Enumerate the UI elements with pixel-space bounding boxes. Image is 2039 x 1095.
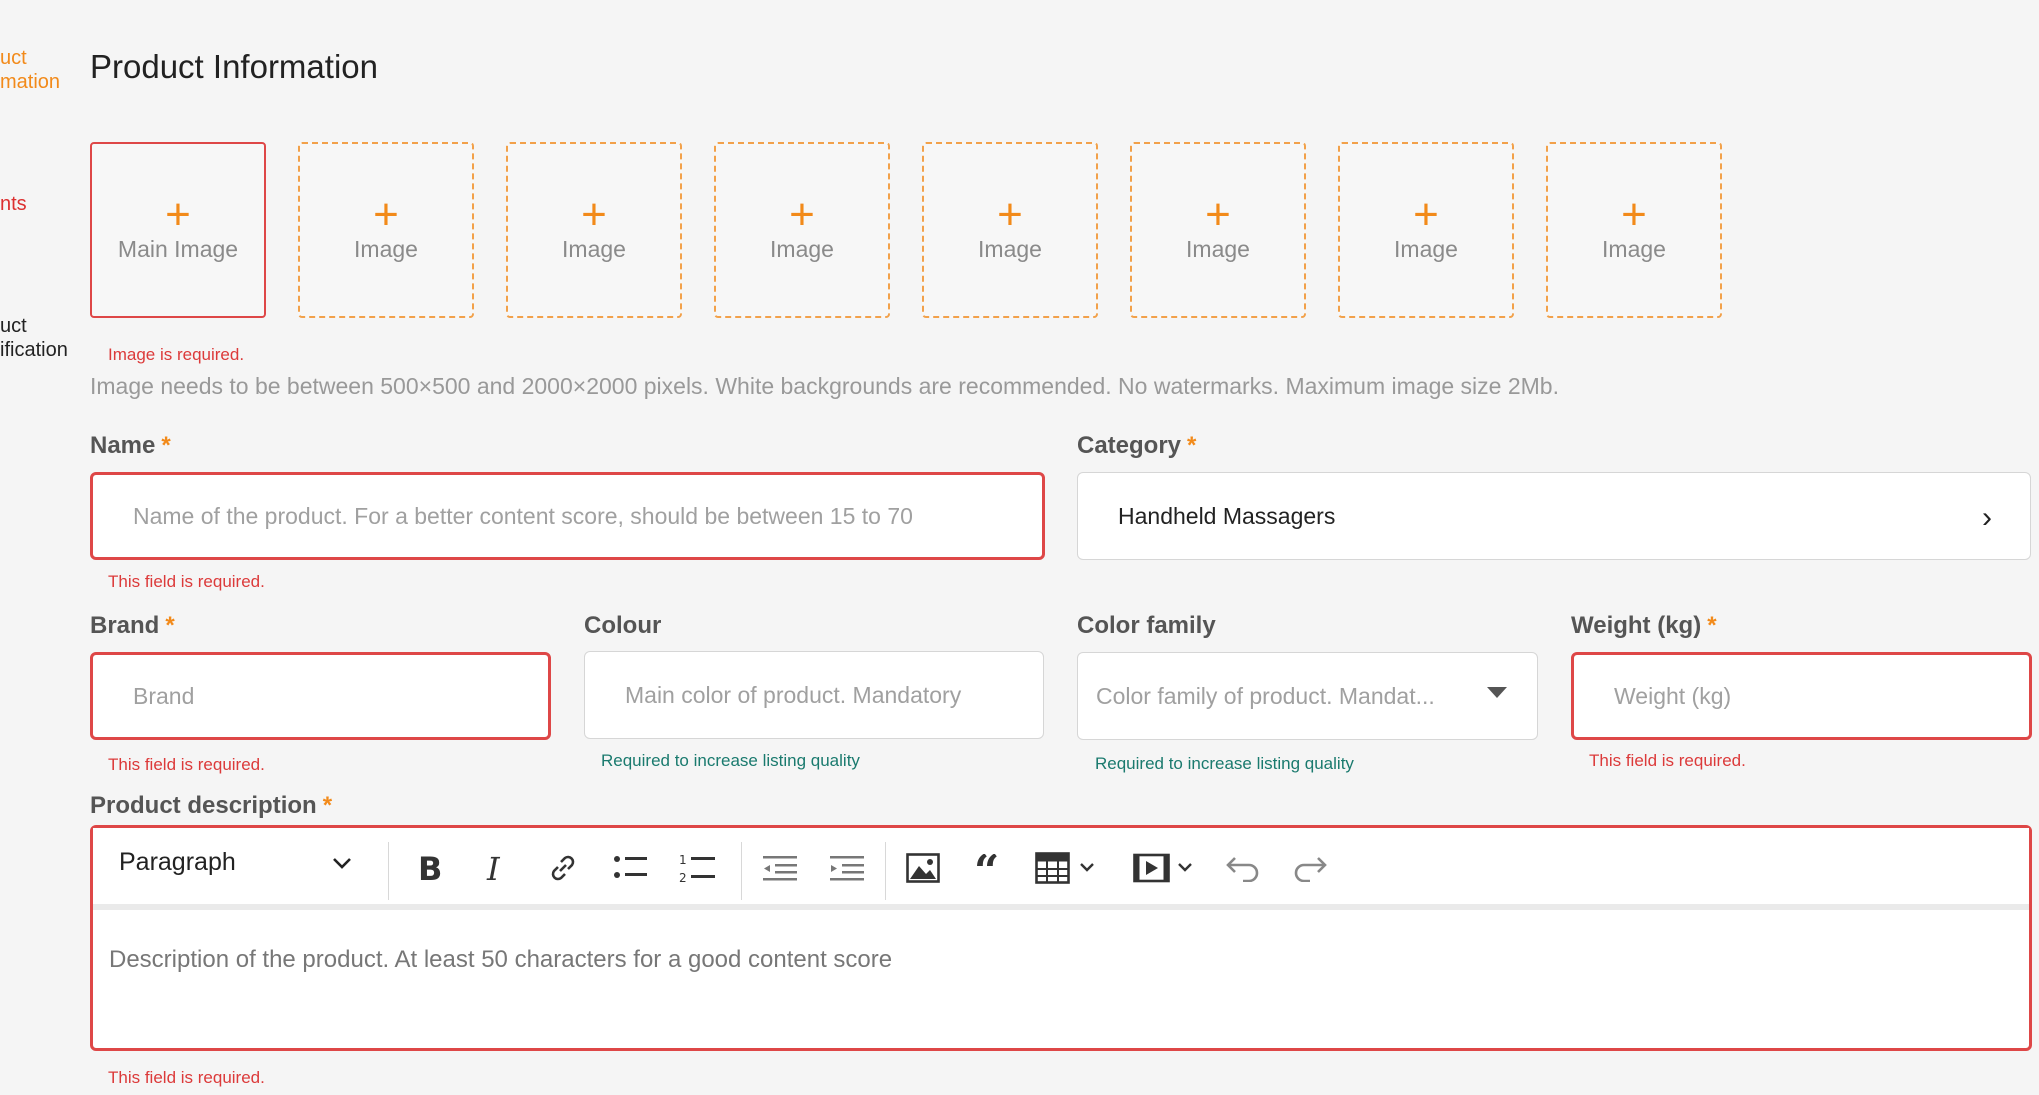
indent-icon[interactable] — [824, 848, 872, 888]
chevron-right-icon: › — [1982, 501, 1992, 534]
name-field[interactable] — [90, 472, 1045, 560]
insert-table-icon[interactable] — [1031, 848, 1103, 888]
required-marker: * — [161, 432, 171, 459]
image-slot-label: Image — [770, 235, 834, 262]
category-value: Handheld Massagers — [1118, 502, 1336, 529]
svg-text:1: 1 — [679, 853, 687, 867]
paragraph-format-dropdown[interactable]: Paragraph — [119, 848, 352, 877]
image-upload-slot[interactable]: + Image — [1130, 142, 1306, 318]
sidebar-item-product-specification[interactable]: uct ification — [0, 314, 68, 362]
image-upload-slot[interactable]: + Image — [298, 142, 474, 318]
color-family-hint: Required to increase listing quality — [1095, 754, 1354, 773]
colour-input[interactable] — [625, 681, 1043, 709]
required-marker: * — [322, 792, 333, 819]
toolbar-divider — [885, 842, 886, 900]
image-slot-label: Main Image — [117, 235, 239, 262]
sidebar-item-label: nts — [0, 193, 27, 215]
sidebar-item-label: mation — [0, 71, 61, 93]
redo-icon[interactable] — [1288, 848, 1332, 888]
brand-label: Brand * — [90, 612, 175, 639]
brand-error-message: This field is required. — [108, 755, 265, 774]
brand-input[interactable] — [133, 682, 548, 710]
image-slot-label: Image — [1394, 235, 1458, 262]
outdent-icon[interactable] — [757, 848, 805, 888]
colour-field[interactable] — [584, 651, 1044, 739]
caret-down-icon — [1487, 687, 1507, 698]
name-input[interactable] — [133, 502, 1042, 530]
paragraph-format-label: Paragraph — [119, 848, 236, 876]
image-upload-slot[interactable]: + Image — [1338, 142, 1514, 318]
image-upload-slot[interactable]: + Image — [506, 142, 682, 318]
name-label: Name * — [90, 432, 171, 459]
color-family-label: Color family — [1077, 612, 1216, 639]
svg-text:I: I — [486, 852, 501, 884]
insert-media-icon[interactable] — [1129, 848, 1201, 888]
image-slot-label: Image — [978, 235, 1042, 262]
sidebar-item-label: uct — [0, 315, 27, 337]
description-error-message: This field is required. — [108, 1068, 265, 1087]
plus-icon: + — [789, 189, 815, 239]
plus-icon: + — [1205, 189, 1231, 239]
name-error-message: This field is required. — [108, 572, 265, 591]
page-title: Product Information — [90, 48, 378, 85]
plus-icon: + — [581, 189, 607, 239]
plus-icon: + — [373, 189, 399, 239]
weight-input[interactable] — [1614, 682, 2029, 710]
weight-field[interactable] — [1571, 652, 2032, 740]
sidebar-item-label: ification — [0, 339, 68, 361]
image-upload-slot[interactable]: + Image — [1546, 142, 1722, 318]
svg-text:2: 2 — [679, 871, 687, 884]
svg-text:“: “ — [974, 854, 999, 882]
description-editor[interactable]: Paragraph B I 12 “ Description of the pr… — [90, 825, 2032, 1051]
toolbar-divider — [741, 842, 742, 900]
insert-image-icon[interactable] — [901, 848, 945, 888]
plus-icon: + — [1413, 189, 1439, 239]
image-help-text: Image needs to be between 500×500 and 20… — [90, 373, 1559, 399]
colour-label: Colour — [584, 612, 662, 639]
description-label: Product description * — [90, 792, 333, 819]
main-image-upload[interactable]: + Main Image — [90, 142, 266, 318]
weight-label: Weight (kg) * — [1571, 612, 1717, 639]
image-slot-label: Image — [1186, 235, 1250, 262]
numbered-list-icon[interactable]: 12 — [676, 848, 720, 888]
image-slot-label: Image — [562, 235, 626, 262]
editor-toolbar: Paragraph B I 12 “ — [93, 828, 2029, 910]
category-label: Category * — [1077, 432, 1197, 459]
link-icon[interactable] — [543, 848, 583, 888]
colour-hint: Required to increase listing quality — [601, 751, 860, 770]
blockquote-icon[interactable]: “ — [968, 848, 1012, 888]
category-selector[interactable]: Handheld Massagers › — [1077, 472, 2031, 560]
svg-text:B: B — [418, 852, 442, 884]
bulleted-list-icon[interactable] — [609, 848, 653, 888]
image-upload-slot[interactable]: + Image — [922, 142, 1098, 318]
italic-icon[interactable]: I — [476, 848, 516, 888]
sidebar-item-label: uct — [0, 47, 27, 69]
sidebar-item-variants[interactable]: nts — [0, 192, 27, 216]
image-slot-label: Image — [354, 235, 418, 262]
plus-icon: + — [1621, 189, 1647, 239]
required-marker: * — [1187, 432, 1197, 459]
image-slot-label: Image — [1602, 235, 1666, 262]
color-family-select[interactable]: Color family of product. Mandat... — [1077, 652, 1538, 740]
sidebar-item-product-information[interactable]: uct mation — [0, 46, 60, 94]
weight-error-message: This field is required. — [1589, 751, 1746, 770]
description-editor-content[interactable]: Description of the product. At least 50 … — [109, 946, 892, 974]
brand-field[interactable] — [90, 652, 551, 740]
bold-icon[interactable]: B — [409, 848, 449, 888]
image-error-message: Image is required. — [108, 345, 245, 364]
color-family-placeholder: Color family of product. Mandat... — [1096, 682, 1435, 709]
required-marker: * — [1707, 612, 1717, 639]
undo-icon[interactable] — [1221, 848, 1265, 888]
chevron-down-icon — [332, 857, 351, 869]
image-upload-slot[interactable]: + Image — [714, 142, 890, 318]
required-marker: * — [165, 612, 175, 639]
toolbar-divider — [388, 842, 389, 900]
plus-icon: + — [165, 189, 191, 239]
plus-icon: + — [997, 189, 1023, 239]
